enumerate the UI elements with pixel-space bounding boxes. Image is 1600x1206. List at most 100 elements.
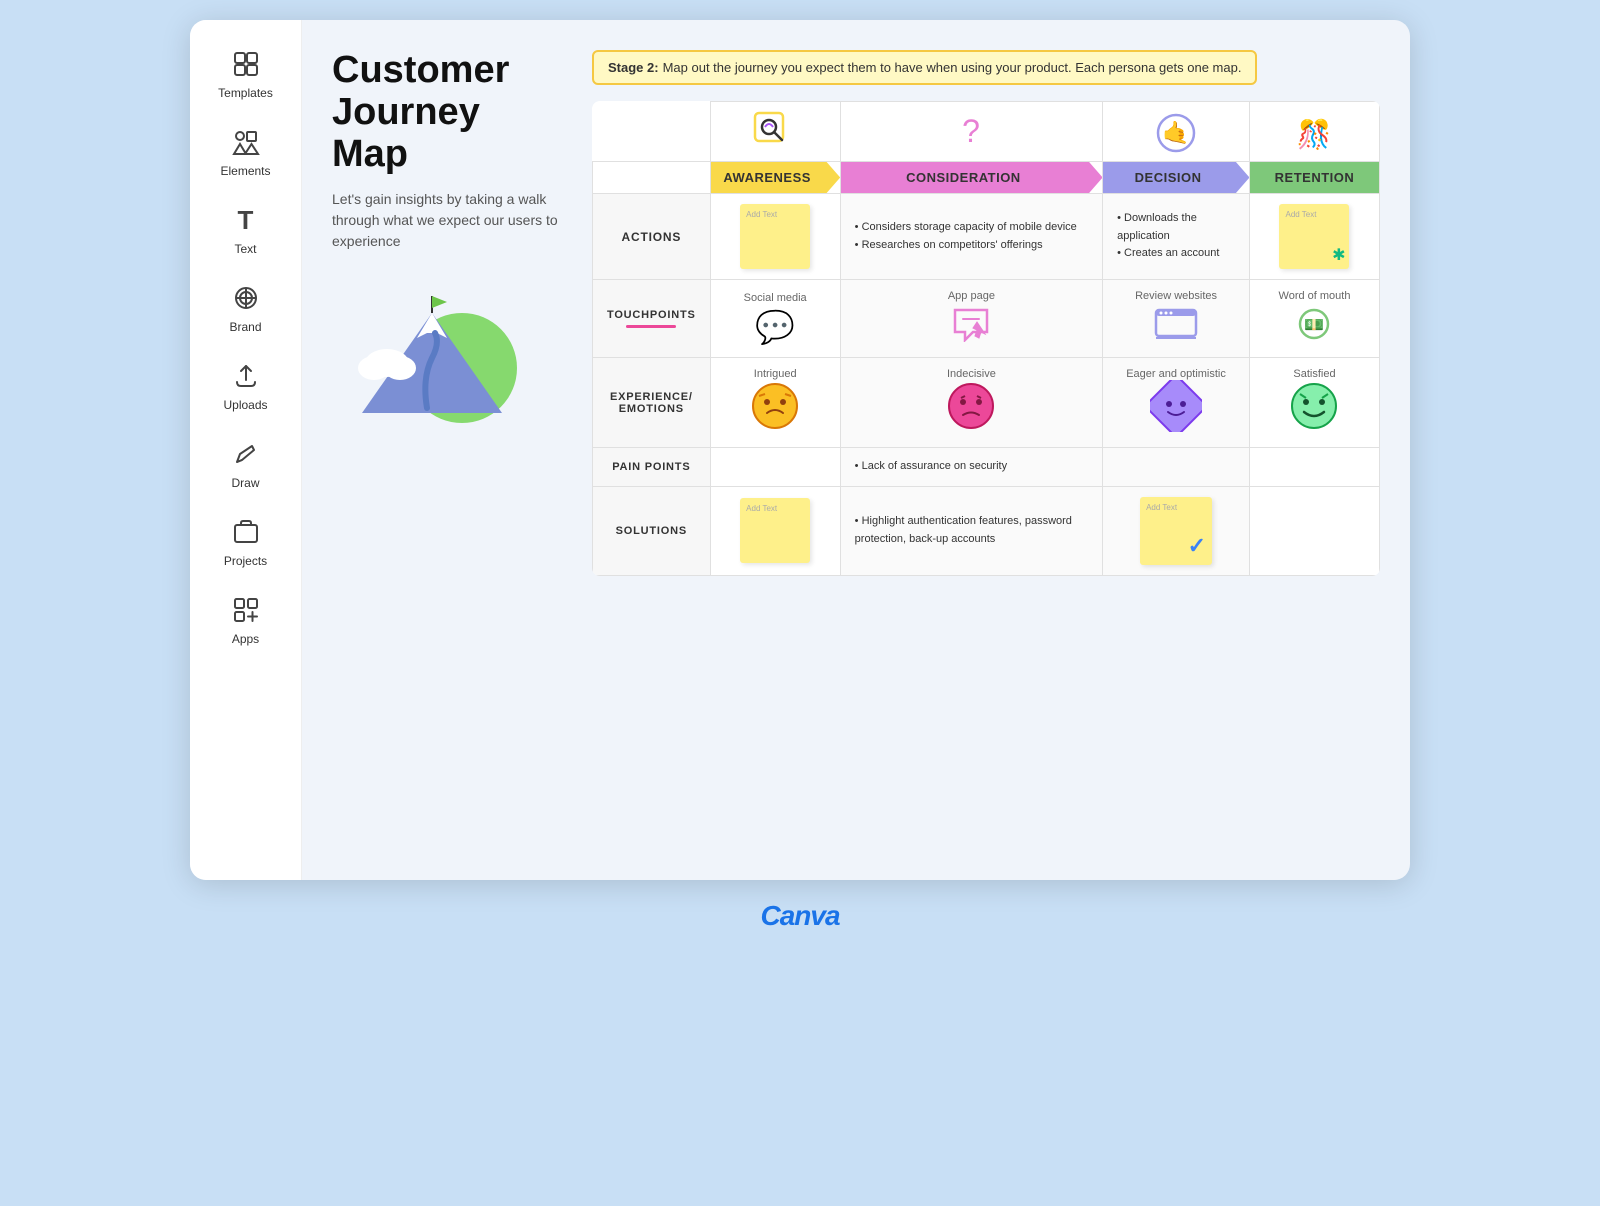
emotions-awareness-icon	[721, 380, 830, 437]
templates-icon	[228, 46, 264, 82]
canva-brand-footer: Canva	[760, 900, 839, 932]
touchpoints-decision-label: Review websites	[1113, 290, 1239, 302]
touchpoints-awareness-cell: Social media 💬	[710, 280, 840, 358]
stage-text: Map out the journey you expect them to h…	[663, 60, 1242, 75]
emotions-consideration-cell: Indecisive	[840, 358, 1102, 448]
sidebar-item-draw[interactable]: Draw	[201, 426, 291, 500]
emotions-decision-label: Eager and optimistic	[1113, 368, 1239, 380]
solutions-decision-sticky-container: Add Text ✓	[1140, 497, 1212, 565]
actions-retention-sticky[interactable]: Add Text ✱	[1279, 204, 1349, 269]
actions-consideration-text: • Considers storage capacity of mobile d…	[851, 219, 1092, 254]
apps-icon	[228, 592, 264, 628]
consideration-header: CONSIDERATION	[840, 162, 1102, 194]
touchpoints-retention-icon: 💵	[1260, 306, 1369, 347]
awareness-header: AWARENESS	[710, 162, 840, 194]
touchpoints-label: TOUCHPOINTS	[593, 280, 711, 358]
emotions-decision-cell: Eager and optimistic	[1103, 358, 1250, 448]
mountain-illustration	[332, 268, 532, 428]
svg-text:💵: 💵	[1305, 317, 1325, 334]
solutions-awareness-sticky[interactable]: Add Text	[740, 498, 810, 563]
svg-text:?: ?	[963, 113, 981, 149]
solutions-consideration-cell: • Highlight authentication features, pas…	[840, 486, 1102, 575]
draw-label: Draw	[231, 476, 259, 490]
touchpoints-consideration-label: App page	[851, 290, 1092, 302]
touchpoints-decision-icon	[1113, 306, 1239, 347]
solutions-retention-cell	[1249, 486, 1379, 575]
emotions-label: EXPERIENCE/EMOTIONS	[593, 358, 711, 448]
touchpoints-consideration-icon	[851, 306, 1092, 347]
emotions-retention-icon	[1260, 380, 1369, 437]
emotions-retention-cell: Satisfied	[1249, 358, 1379, 448]
sidebar-item-apps[interactable]: Apps	[201, 582, 291, 656]
journey-map-panel: Stage 2: Map out the journey you expect …	[592, 50, 1380, 576]
touchpoints-consideration-cell: App page	[840, 280, 1102, 358]
touchpoints-retention-label: Word of mouth	[1260, 290, 1369, 302]
sidebar-item-elements[interactable]: Elements	[201, 114, 291, 188]
solutions-row: SOLUTIONS Add Text • Highlight authentic…	[593, 486, 1380, 575]
touchpoints-awareness-icon: 💬	[721, 308, 830, 346]
templates-label: Templates	[218, 86, 273, 100]
svg-text:🎊: 🎊	[1297, 117, 1332, 151]
brand-icon	[228, 280, 264, 316]
actions-decision-cell: • Downloads the application • Creates an…	[1103, 194, 1250, 280]
decision-icon-cell: 🤙	[1103, 102, 1250, 162]
painpoints-consideration-cell: • Lack of assurance on security	[840, 448, 1102, 487]
sidebar-item-uploads[interactable]: Uploads	[201, 348, 291, 422]
solutions-consideration-text: • Highlight authentication features, pas…	[851, 513, 1092, 548]
emotions-awareness-cell: Intrigued	[710, 358, 840, 448]
left-panel: Customer Journey Map Let's gain insights…	[332, 50, 572, 433]
painpoints-row: PAIN POINTS • Lack of assurance on secur…	[593, 448, 1380, 487]
solutions-decision-sticky[interactable]: Add Text ✓	[1140, 497, 1212, 565]
actions-awareness-sticky[interactable]: Add Text	[740, 204, 810, 269]
sidebar: Templates Elements T Text	[190, 20, 302, 880]
actions-retention-cell: Add Text ✱	[1249, 194, 1379, 280]
solutions-decision-cell: Add Text ✓	[1103, 486, 1250, 575]
painpoints-awareness-cell	[710, 448, 840, 487]
retention-header: RETENTION	[1249, 162, 1379, 194]
journey-table: ? 🤙 🎊	[592, 101, 1380, 576]
sidebar-item-projects[interactable]: Projects	[201, 504, 291, 578]
actions-awareness-cell: Add Text	[710, 194, 840, 280]
sidebar-item-brand[interactable]: Brand	[201, 270, 291, 344]
actions-label: ACTIONS	[593, 194, 711, 280]
svg-text:🤙: 🤙	[1162, 120, 1189, 145]
painpoints-consideration-text: • Lack of assurance on security	[851, 458, 1092, 476]
awareness-icon-cell	[710, 102, 840, 162]
solutions-awareness-cell: Add Text	[710, 486, 840, 575]
touchpoints-row: TOUCHPOINTS Social media 💬 App page	[593, 280, 1380, 358]
text-icon: T	[228, 202, 264, 238]
uploads-label: Uploads	[223, 398, 267, 412]
page-description: Let's gain insights by taking a walk thr…	[332, 189, 572, 252]
painpoints-retention-cell	[1249, 448, 1379, 487]
painpoints-decision-cell	[1103, 448, 1250, 487]
projects-label: Projects	[224, 554, 267, 568]
painpoints-label: PAIN POINTS	[593, 448, 711, 487]
sidebar-item-text[interactable]: T Text	[201, 192, 291, 266]
apps-label: Apps	[232, 632, 259, 646]
emotions-decision-icon	[1113, 380, 1239, 437]
phase-icon-row: ? 🤙 🎊	[593, 102, 1380, 162]
stage-label: Stage 2:	[608, 60, 659, 75]
phase-header-row: AWARENESS CONSIDERATION DECISION RETENTI…	[593, 162, 1380, 194]
emotions-row: EXPERIENCE/EMOTIONS Intrigued	[593, 358, 1380, 448]
draw-icon	[228, 436, 264, 472]
retention-icon-cell: 🎊	[1249, 102, 1379, 162]
actions-consideration-cell: • Considers storage capacity of mobile d…	[840, 194, 1102, 280]
actions-decision-text: • Downloads the application • Creates an…	[1113, 210, 1239, 263]
elements-icon	[228, 124, 264, 160]
stage-banner: Stage 2: Map out the journey you expect …	[592, 50, 1257, 85]
emotions-awareness-label: Intrigued	[721, 368, 830, 380]
actions-row: ACTIONS Add Text • Considers storage cap…	[593, 194, 1380, 280]
text-label: Text	[234, 242, 256, 256]
elements-label: Elements	[220, 164, 270, 178]
touchpoints-decision-cell: Review websites	[1103, 280, 1250, 358]
brand-label: Brand	[229, 320, 261, 334]
consideration-icon-cell: ?	[840, 102, 1102, 162]
emotions-consideration-label: Indecisive	[851, 368, 1092, 380]
emotions-retention-label: Satisfied	[1260, 368, 1369, 380]
sidebar-item-templates[interactable]: Templates	[201, 36, 291, 110]
decision-header: DECISION	[1103, 162, 1250, 194]
solutions-label: SOLUTIONS	[593, 486, 711, 575]
uploads-icon	[228, 358, 264, 394]
touchpoints-awareness-label: Social media	[721, 292, 830, 304]
